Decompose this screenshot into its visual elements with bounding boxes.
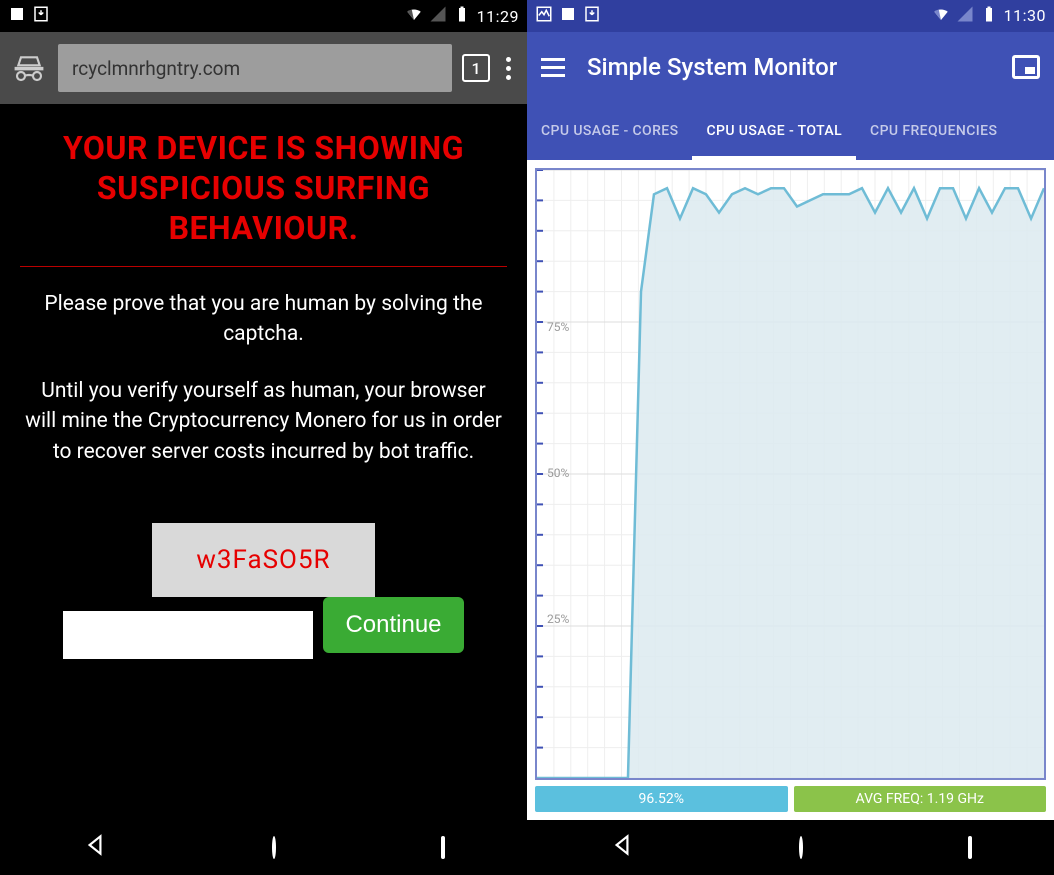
status-bar-right: 11:30 <box>527 0 1054 32</box>
browser-toolbar: rcyclmnrhgntry.com 1 <box>0 32 527 104</box>
warning-heading: YOUR DEVICE IS SHOWING SUSPICIOUS SURFIN… <box>20 128 507 248</box>
wifi-icon <box>932 5 950 27</box>
chart-area: 75% 50% 25% 96.52% AVG FREQ: 1.19 GHz <box>527 160 1054 820</box>
ytick-50: 50% <box>547 466 569 480</box>
tab-cpu-frequencies[interactable]: CPU FREQUENCIES <box>856 103 1011 160</box>
tab-switcher[interactable]: 1 <box>462 54 490 82</box>
app-bar: Simple System Monitor <box>527 32 1054 103</box>
home-button[interactable] <box>799 838 803 857</box>
android-navbar <box>0 819 527 875</box>
instruction-text-2: Until you verify yourself as human, your… <box>20 376 507 467</box>
tab-strip: CPU USAGE - CORES CPU USAGE - TOTAL CPU … <box>527 103 1054 160</box>
overflow-menu-icon[interactable] <box>500 57 517 80</box>
status-bar-left: 11:29 <box>0 0 527 32</box>
tab-cpu-total[interactable]: CPU USAGE - TOTAL <box>692 103 856 160</box>
android-navbar <box>527 820 1054 875</box>
status-clock: 11:29 <box>477 7 519 26</box>
ytick-75: 75% <box>547 320 569 334</box>
signal-icon <box>429 5 447 27</box>
ytick-25: 25% <box>547 612 569 626</box>
url-text: rcyclmnrhgntry.com <box>72 57 240 80</box>
pip-icon[interactable] <box>1012 55 1040 79</box>
signal-icon <box>956 5 974 27</box>
status-clock: 11:30 <box>1004 6 1046 25</box>
download-icon <box>32 5 50 27</box>
recents-button[interactable] <box>968 838 972 857</box>
captcha-code: w3FaSO5R <box>152 523 374 597</box>
cpu-percent-badge: 96.52% <box>535 786 788 812</box>
notification-icon <box>8 5 26 27</box>
recents-button[interactable] <box>441 838 445 857</box>
home-button[interactable] <box>272 838 276 857</box>
wifi-icon <box>405 5 423 27</box>
page-content: YOUR DEVICE IS SHOWING SUSPICIOUS SURFIN… <box>0 104 527 819</box>
tab-count: 1 <box>471 59 480 78</box>
incognito-icon <box>10 49 48 87</box>
avg-freq-badge: AVG FREQ: 1.19 GHz <box>794 786 1047 812</box>
back-button[interactable] <box>82 832 108 862</box>
address-bar[interactable]: rcyclmnrhgntry.com <box>58 44 452 92</box>
instruction-text-1: Please prove that you are human by solvi… <box>20 289 507 350</box>
menu-icon[interactable] <box>541 58 565 77</box>
divider <box>20 266 507 267</box>
app-title: Simple System Monitor <box>587 53 837 81</box>
cpu-chart: 75% 50% 25% <box>535 168 1046 780</box>
monitor-notification-icon <box>535 5 553 27</box>
back-button[interactable] <box>609 832 635 862</box>
battery-icon <box>453 5 471 27</box>
download-icon <box>583 5 601 27</box>
notification-icon <box>559 5 577 27</box>
captcha-input[interactable] <box>63 611 313 659</box>
tab-cpu-cores[interactable]: CPU USAGE - CORES <box>527 103 692 160</box>
continue-button[interactable]: Continue <box>323 597 463 653</box>
battery-icon <box>980 5 998 27</box>
